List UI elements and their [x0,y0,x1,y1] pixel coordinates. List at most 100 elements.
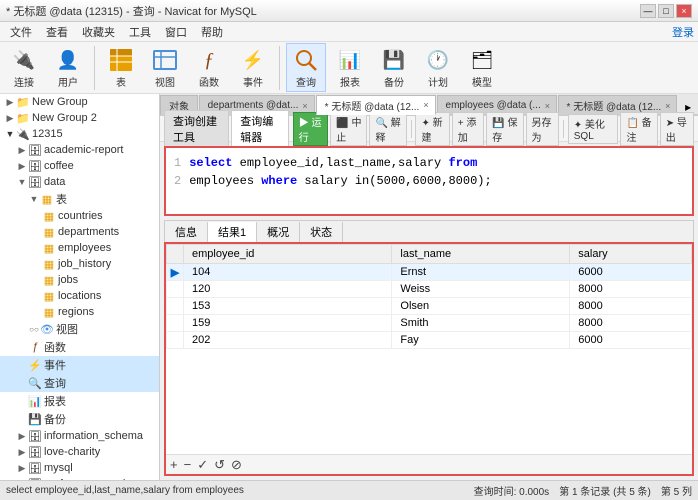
tree-db-info-schema[interactable]: ▶ 🗄 information_schema [0,428,159,444]
func-tool[interactable]: ƒ 函数 [189,43,229,92]
menu-window[interactable]: 窗口 [159,23,193,41]
report-tool[interactable]: 📊 报表 [330,43,370,92]
tree-connection-12315[interactable]: ▼ 🔌 12315 [0,126,159,142]
tab-query-editor[interactable]: 查询编辑器 [231,110,288,148]
export-btn[interactable]: ➤ 导出 [660,112,694,146]
save-btn[interactable]: 💾 保存 [486,112,523,146]
maximize-btn[interactable]: □ [658,4,674,18]
result-tab-overview[interactable]: 概况 [257,222,300,242]
table-row[interactable]: ▶ 104 Ernst 6000 [167,264,692,281]
tree-db-icon-mysql: 🗄 [28,461,42,475]
tree-db-love[interactable]: ▶ 🗄 love-charity [0,444,159,460]
login-btn[interactable]: 登录 [672,24,694,40]
connect-icon: 🔌 [10,46,38,74]
table-row[interactable]: 120 Weiss 8000 [167,281,692,298]
menu-favorites[interactable]: 收藏夹 [76,23,121,41]
cell-salary-1: 6000 [570,264,692,281]
schedule-tool[interactable]: 🕐 计划 [418,43,458,92]
tree-cat-events[interactable]: ⚡ 事件 [0,356,159,374]
result-tab-status[interactable]: 状态 [300,222,343,242]
backup-tool[interactable]: 💾 备份 [374,43,414,92]
menu-view[interactable]: 查看 [40,23,74,41]
cell-name-3: Olsen [392,298,570,315]
menu-file[interactable]: 文件 [4,23,38,41]
explain-btn[interactable]: 🔍 解释 [369,112,406,146]
view-tool[interactable]: 视图 [145,43,185,92]
new-query-btn[interactable]: ✦ 新建 [415,112,449,146]
close-btn[interactable]: × [676,4,692,18]
table-tool[interactable]: 表 [101,43,141,92]
add-row-btn[interactable]: + [170,457,178,472]
status-bar: select employee_id,last_name,salary from… [0,480,698,500]
tree-table-locations[interactable]: ▦ locations [0,288,159,304]
tree-table-departments[interactable]: ▦ departments [0,224,159,240]
tree-db-perf[interactable]: ▶ 🗄 performance_schema [0,476,159,480]
table-row[interactable]: 202 Fay 6000 [167,332,692,349]
tree-folder-icon-1: 📁 [16,95,30,109]
sql-editor[interactable]: 1 select employee_id,last_name,salary fr… [164,146,694,216]
query-tool[interactable]: 查询 [286,43,326,92]
tree-cat-queries[interactable]: 🔍 查询 [0,374,159,392]
tree-label-job-history: job_history [58,258,111,270]
window-controls[interactable]: — □ × [640,4,692,18]
model-tool[interactable]: 🗂 模型 [462,43,502,92]
tab-untitled2-close[interactable]: × [665,101,670,111]
tree-label-love: love-charity [44,446,100,458]
menu-tools[interactable]: 工具 [123,23,157,41]
tree-new-group-1[interactable]: ▶ 📁 New Group [0,94,159,110]
cell-name-4: Smith [392,315,570,332]
tree-cat-tables[interactable]: ▼ ▦ 表 [0,190,159,208]
tree-arrow-info: ▶ [16,430,28,442]
tree-cat-reports[interactable]: 📊 报表 [0,392,159,410]
tree-db-data[interactable]: ▼ 🗄 data [0,174,159,190]
tree-cat-views[interactable]: ○○ 👁 视图 [0,320,159,338]
cancel-row-btn[interactable]: ⊘ [231,457,242,473]
user-tool[interactable]: 👤 用户 [48,43,88,92]
tree-table-employees[interactable]: ▦ employees [0,240,159,256]
tree-label-views: 视图 [56,321,78,337]
result-tab-info[interactable]: 信息 [165,222,208,242]
tab-departments-close[interactable]: × [302,101,307,111]
event-tool[interactable]: ⚡ 事件 [233,43,273,92]
table-row[interactable]: 159 Smith 8000 [167,315,692,332]
minimize-btn[interactable]: — [640,4,656,18]
connect-tool[interactable]: 🔌 连接 [4,43,44,92]
add-btn[interactable]: + 添加 [452,112,485,146]
run-btn[interactable]: ▶ 运行 [293,112,329,146]
comment-btn[interactable]: 📋 备注 [620,112,657,146]
refresh-btn[interactable]: ↺ [214,457,225,473]
tree-cat-functions[interactable]: ƒ 函数 [0,338,159,356]
beautify-btn[interactable]: ✦ 美化 SQL [568,114,619,144]
stop-btn[interactable]: ⬛ 中止 [330,112,367,146]
cell-name-1: Ernst [392,264,570,281]
tree-cat-backup[interactable]: 💾 备份 [0,410,159,428]
result-scroll[interactable]: employee_id last_name salary ▶ 104 Ernst… [166,244,692,454]
tree-table-countries[interactable]: ▦ countries [0,208,159,224]
tab-employees-close[interactable]: × [545,101,550,111]
table-icon [107,46,135,74]
tree-db-coffee[interactable]: ▶ 🗄 coffee [0,158,159,174]
tree-label-locations: locations [58,290,101,302]
table-row[interactable]: 153 Olsen 8000 [167,298,692,315]
remove-row-btn[interactable]: − [184,457,192,472]
tree-table-jobs[interactable]: ▦ jobs [0,272,159,288]
tree-table-icon-regions: ▦ [42,305,56,319]
result-content: employee_id last_name salary ▶ 104 Ernst… [164,242,694,476]
tree-arrow-academic: ▶ [16,144,28,156]
tab-untitled1[interactable]: * 无标题 @data (12... × [316,95,436,115]
tree-new-group-2[interactable]: ▶ 📁 New Group 2 [0,110,159,126]
result-tab-result1[interactable]: 结果1 [208,222,257,242]
cell-id-1: 104 [184,264,392,281]
tab-query-builder[interactable]: 查询创建工具 [164,110,229,148]
tree-db-mysql[interactable]: ▶ 🗄 mysql [0,460,159,476]
tree-db-academic[interactable]: ▶ 🗄 academic-report [0,142,159,158]
tree-table-regions[interactable]: ▦ regions [0,304,159,320]
tree-table-job-history[interactable]: ▦ job_history [0,256,159,272]
tree-label-reports: 报表 [44,393,66,409]
tree-arrow-mysql: ▶ [16,462,28,474]
menu-help[interactable]: 帮助 [195,23,229,41]
tab-untitled1-close[interactable]: × [423,100,428,110]
col-salary: salary [570,245,692,264]
saveas-btn[interactable]: 另存为 [526,112,560,146]
check-btn[interactable]: ✓ [197,457,208,473]
